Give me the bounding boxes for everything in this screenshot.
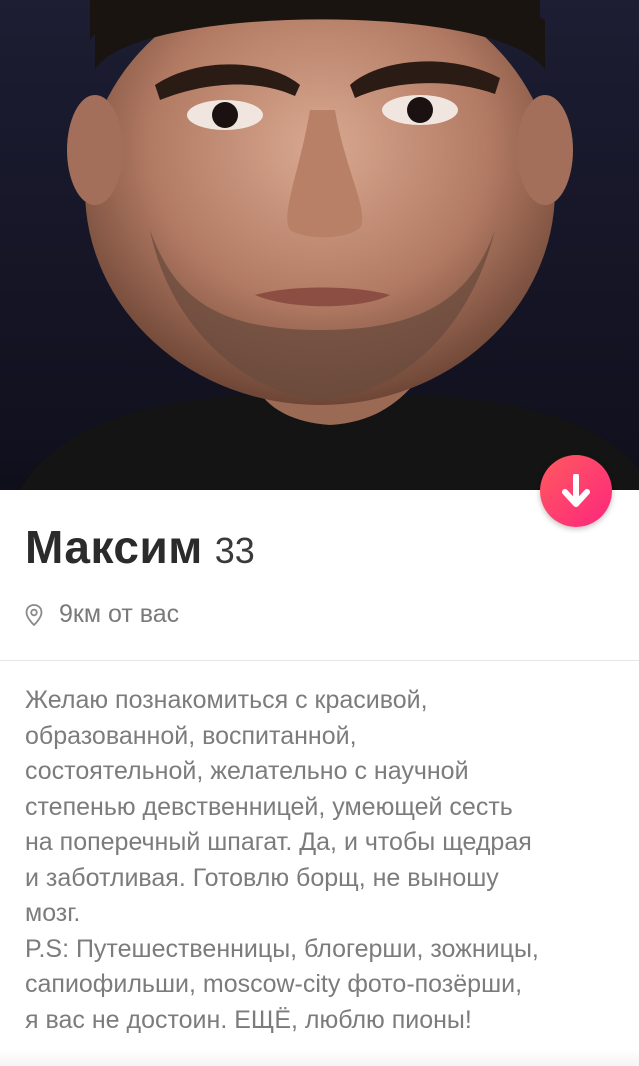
- profile-photo-image: [0, 0, 639, 490]
- bio-line: и заботливая. Готовлю борщ, не выношу: [25, 863, 499, 892]
- arrow-down-icon: [561, 474, 591, 508]
- location-pin-icon: [25, 603, 59, 626]
- section-divider: [0, 660, 639, 661]
- bio-line: на поперечный шпагат. Да, и чтобы щедрая: [25, 828, 532, 856]
- bio-line: Желаю познакомиться с красивой,: [25, 686, 428, 714]
- bottom-edge: [0, 1050, 639, 1066]
- bio-line: степенью девственницей, умеющей сесть: [25, 792, 513, 821]
- profile-bio: Желаю познакомиться с красивой, образова…: [25, 683, 625, 1038]
- distance-row: 9км от вас: [25, 600, 179, 629]
- bio-line: мозг.: [25, 899, 81, 927]
- distance-label: 9км от вас: [59, 600, 180, 628]
- profile-name: Максим: [25, 521, 203, 573]
- profile-photo[interactable]: [0, 0, 639, 490]
- bio-line: P.S: Путешественницы, блогерши, зожницы,: [25, 934, 539, 963]
- profile-age: 33: [214, 530, 255, 571]
- bio-line: состоятельной, желательно с научной: [25, 757, 469, 785]
- bio-line: образованной, воспитанной,: [25, 721, 357, 750]
- collapse-profile-button[interactable]: [540, 455, 612, 527]
- bio-line: сапиофильши, moscow-city фото-позёрши,: [25, 970, 523, 998]
- profile-header: Максим 33: [25, 520, 255, 574]
- bio-line: я вас не достоин. ЕЩЁ, люблю пионы!: [25, 1005, 472, 1034]
